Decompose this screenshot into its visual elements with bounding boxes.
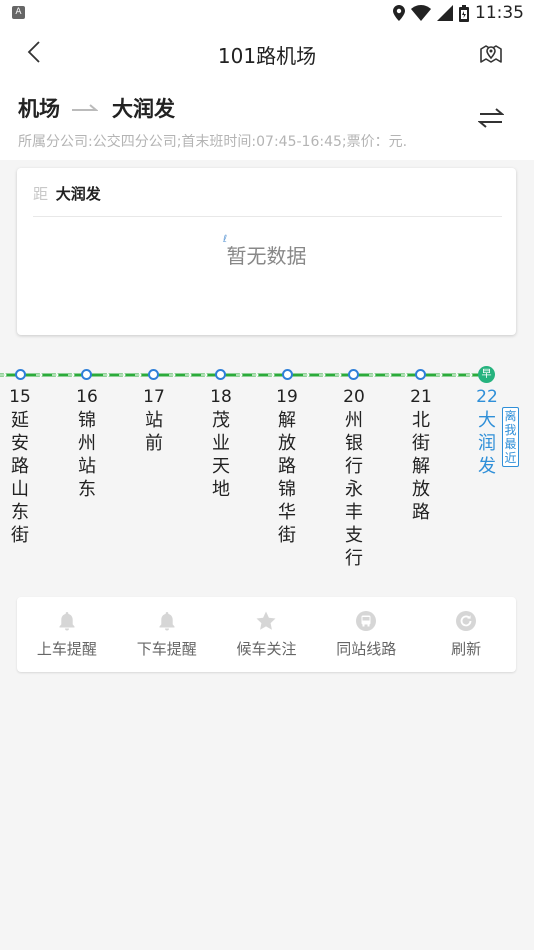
route-origin: 机场 <box>18 97 60 121</box>
stop-dot <box>282 369 293 380</box>
stop-number: 17 <box>143 387 165 407</box>
battery-icon <box>459 4 469 22</box>
action-label: 同站线路 <box>336 640 397 658</box>
stop-item-current[interactable]: 22 大润发 <box>467 387 507 478</box>
top-bar: 101路机场 <box>0 28 534 78</box>
status-icons: 11:35 <box>393 3 524 23</box>
status-time: 11:35 <box>475 3 524 23</box>
signal-icon <box>437 5 453 21</box>
divider <box>33 216 502 217</box>
action-label: 下车提醒 <box>136 640 197 658</box>
stop-dot <box>348 369 359 380</box>
star-icon <box>256 611 276 630</box>
stop-item[interactable]: 16 锦州站东 <box>67 387 107 501</box>
stop-number: 20 <box>343 387 365 407</box>
stop-dot <box>215 369 226 380</box>
wifi-icon <box>411 5 431 21</box>
page-title: 101路机场 <box>217 44 317 68</box>
bell-icon <box>59 612 75 631</box>
stop-item[interactable]: 19 解放路锦华街 <box>267 387 307 547</box>
stop-dot <box>15 369 26 380</box>
location-icon <box>393 5 405 21</box>
stop-name: 北街解放路 <box>412 410 430 523</box>
action-bar: 上车提醒 下车提醒 候车关注 同站线路 刷新 <box>17 597 516 672</box>
route-destination: 大润发 <box>112 97 175 121</box>
refresh-icon <box>456 611 477 631</box>
refresh-button[interactable]: 刷新 <box>416 597 516 672</box>
action-label: 上车提醒 <box>36 640 97 658</box>
no-data-text: 暂无数据 <box>226 244 307 268</box>
follow-stop-button[interactable]: 候车关注 <box>217 597 317 672</box>
board-reminder-button[interactable]: 上车提醒 <box>17 597 117 672</box>
stop-name: 州银行永丰支行 <box>345 410 363 569</box>
stop-name: 解放路锦华街 <box>278 410 296 546</box>
status-bar: A 11:35 <box>0 0 534 28</box>
route-header: 机场 大润发 所属分公司:公交四分公司;首末班时间:07:45-16:45;票价… <box>0 78 534 160</box>
stop-number: 16 <box>76 387 98 407</box>
stop-number: 19 <box>276 387 298 407</box>
stop-item[interactable]: 17 站前 <box>134 387 174 455</box>
direction-arrow-icon <box>72 104 98 111</box>
stop-dot <box>148 369 159 380</box>
stop-name: 锦州站东 <box>78 410 96 500</box>
app-notification-icon: A <box>12 6 25 19</box>
stop-number: 21 <box>410 387 432 407</box>
stop-item[interactable]: 15 延安路山东街 <box>0 387 40 547</box>
route-info: 所属分公司:公交四分公司;首末班时间:07:45-16:45;票价：元. <box>18 134 408 150</box>
map-pin-icon[interactable] <box>478 40 504 66</box>
stop-name: 大润发 <box>478 410 496 477</box>
route-direction: 机场 大润发 <box>18 93 175 123</box>
stop-number: 15 <box>9 387 31 407</box>
stop-item[interactable]: 21 北街解放路 <box>401 387 441 524</box>
stop-name: 站前 <box>145 410 163 454</box>
stop-dot <box>81 369 92 380</box>
stop-number: 22 <box>476 387 498 407</box>
same-stop-lines-button[interactable]: 同站线路 <box>316 597 416 672</box>
swap-direction-icon[interactable] <box>478 106 504 130</box>
stop-dot <box>415 369 426 380</box>
bus-line-strip[interactable]: 早 15 延安路山东街 16 锦州站东 17 站前 18 茂业天地 19 解放路… <box>0 340 534 590</box>
action-label: 刷新 <box>451 640 482 658</box>
bus-stop-icon <box>356 611 377 631</box>
bell-icon <box>159 612 175 631</box>
distance-prefix: 距 <box>33 185 49 203</box>
alight-reminder-button[interactable]: 下车提醒 <box>117 597 217 672</box>
distance-card: 距 大润发 ℓ 暂无数据 <box>17 168 516 335</box>
stop-item[interactable]: 18 茂业天地 <box>201 387 241 501</box>
distance-stop-name: 大润发 <box>55 185 101 203</box>
action-label: 候车关注 <box>236 640 297 658</box>
stop-name: 延安路山东街 <box>11 410 29 546</box>
stop-item[interactable]: 20 州银行永丰支行 <box>334 387 374 570</box>
distance-header: 距 大润发 <box>33 183 101 204</box>
nearest-stop-badge: 离我最近 <box>502 407 519 467</box>
stop-number: 18 <box>210 387 232 407</box>
terminal-bus-icon: 早 <box>478 366 495 383</box>
stop-name: 茂业天地 <box>212 410 230 500</box>
